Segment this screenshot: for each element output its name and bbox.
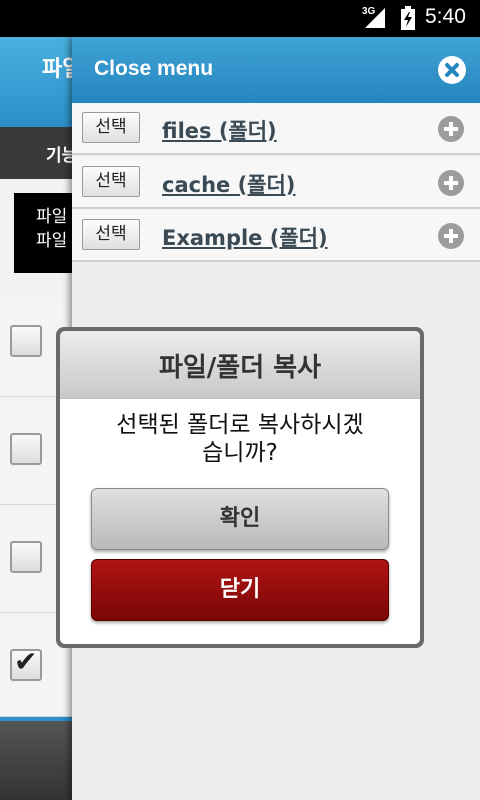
close-menu-label[interactable]: Close menu — [94, 57, 213, 81]
app-header: 파일 — [0, 37, 72, 127]
close-icon[interactable] — [438, 56, 466, 84]
folder-row-files: 선택 files (폴더) — [72, 103, 480, 155]
copy-dialog: 파일/폴더 복사 선택된 폴더로 복사하시겠 습니까? 확인 닫기 — [56, 327, 424, 648]
checkbox[interactable] — [10, 433, 42, 465]
checkbox[interactable] — [10, 325, 42, 357]
info-line: 파일 — [36, 231, 68, 251]
select-button[interactable]: 선택 — [82, 112, 140, 143]
checkbox-checked[interactable]: ✔ — [10, 645, 42, 681]
checkbox[interactable] — [10, 541, 42, 573]
confirm-button[interactable]: 확인 — [91, 488, 389, 550]
drawer-header[interactable]: Close menu — [72, 37, 480, 103]
expand-plus-icon[interactable] — [438, 116, 464, 142]
status-bar: 3G 5:40 — [0, 0, 480, 37]
folder-link-example[interactable]: Example (폴더) — [162, 222, 328, 252]
app-tab-bar: 기능 — [0, 127, 72, 179]
info-line: 파일 — [36, 207, 68, 227]
expand-plus-icon[interactable] — [438, 170, 464, 196]
expand-plus-icon[interactable] — [438, 223, 464, 249]
close-button[interactable]: 닫기 — [91, 559, 389, 621]
battery-charging-icon — [401, 6, 415, 30]
select-button[interactable]: 선택 — [82, 219, 140, 250]
dialog-message-line: 선택된 폴더로 복사하시겠 — [116, 412, 364, 438]
folder-row-cache: 선택 cache (폴더) — [72, 157, 480, 209]
folder-link-cache[interactable]: cache (폴더) — [162, 169, 295, 199]
select-button[interactable]: 선택 — [82, 166, 140, 197]
folder-link-files[interactable]: files (폴더) — [162, 115, 277, 145]
bottom-bar — [0, 717, 72, 800]
clock: 5:40 — [425, 5, 466, 28]
dialog-title-bar: 파일/폴더 복사 — [60, 331, 420, 399]
dialog-message-line: 습니까? — [202, 440, 278, 466]
info-box: 파일 파일 — [14, 193, 72, 273]
tab-function[interactable]: 기능 — [46, 141, 72, 166]
checkmark-icon: ✔ — [14, 645, 38, 678]
folder-row-example: 선택 Example (폴더) — [72, 210, 480, 262]
dialog-message: 선택된 폴더로 복사하시겠 습니까? — [80, 411, 400, 467]
signal-icon — [365, 8, 385, 28]
dialog-title: 파일/폴더 복사 — [158, 353, 322, 383]
app-title: 파일 — [42, 57, 72, 82]
dialog-body: 파일/폴더 복사 선택된 폴더로 복사하시겠 습니까? 확인 닫기 — [60, 331, 420, 644]
